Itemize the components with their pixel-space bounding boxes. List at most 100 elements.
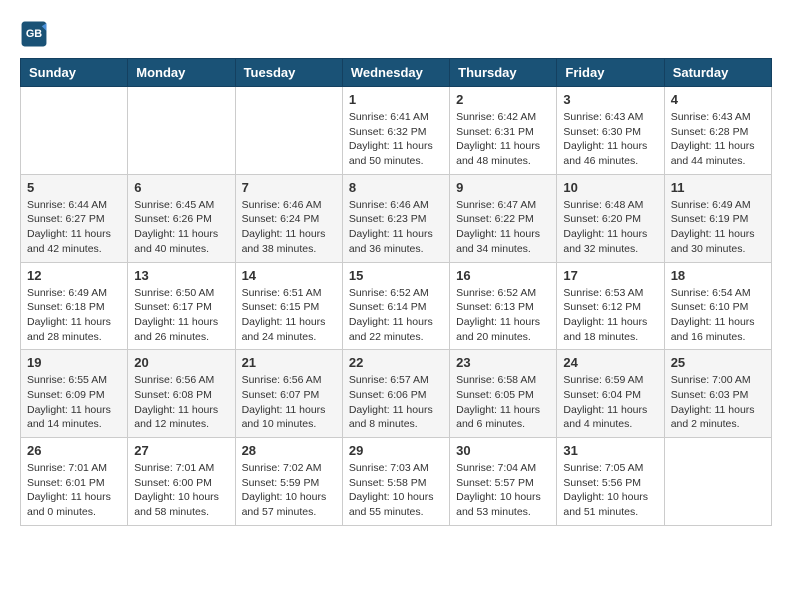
day-cell [128,87,235,175]
day-cell: 1 Sunrise: 6:41 AM Sunset: 6:32 PM Daylig… [342,87,449,175]
day-cell: 27Sunrise: 7:01 AM Sunset: 6:00 PM Dayli… [128,438,235,526]
day-cell: 13 Sunrise: 6:50 AM Sunset: 6:17 PM Dayli… [128,262,235,350]
day-cell: 24Sunrise: 6:59 AM Sunset: 6:04 PM Dayli… [557,350,664,438]
day-info: Sunrise: 6:47 AM Sunset: 6:22 PM Dayligh… [456,198,550,257]
day-cell: 28 Sunrise: 7:02 AM Sunset: 5:59 PM Dayli… [235,438,342,526]
day-cell: 25 Sunrise: 7:00 AM Sunset: 6:03 PM Dayli… [664,350,771,438]
weekday-header-thursday: Thursday [450,59,557,87]
day-cell: 30 Sunrise: 7:04 AM Sunset: 5:57 PM Dayli… [450,438,557,526]
day-info: Sunrise: 6:56 AM Sunset: 6:08 PM Dayligh… [134,373,228,432]
day-info: Sunrise: 6:49 AM Sunset: 6:18 PM Dayligh… [27,286,121,345]
day-cell: 3 Sunrise: 6:43 AM Sunset: 6:30 PM Daylig… [557,87,664,175]
day-info: Sunrise: 7:01 AM Sunset: 6:00 PM Dayligh… [134,461,228,520]
day-info: Sunrise: 6:46 AM Sunset: 6:23 PM Dayligh… [349,198,443,257]
week-row-1: 1 Sunrise: 6:41 AM Sunset: 6:32 PM Daylig… [21,87,772,175]
day-info: Sunrise: 6:59 AM Sunset: 6:04 PM Dayligh… [563,373,657,432]
week-row-4: 19 Sunrise: 6:55 AM Sunset: 6:09 PM Dayli… [21,350,772,438]
logo: GB [20,20,50,48]
weekday-header-wednesday: Wednesday [342,59,449,87]
week-row-5: 26Sunrise: 7:01 AM Sunset: 6:01 PM Dayli… [21,438,772,526]
weekday-header-monday: Monday [128,59,235,87]
day-cell: 19 Sunrise: 6:55 AM Sunset: 6:09 PM Dayli… [21,350,128,438]
day-cell: 17 Sunrise: 6:53 AM Sunset: 6:12 PM Dayli… [557,262,664,350]
day-number: 15 [349,268,443,283]
day-number: 12 [27,268,121,283]
day-cell: 16 Sunrise: 6:52 AM Sunset: 6:13 PM Dayli… [450,262,557,350]
day-cell [664,438,771,526]
day-cell: 11 Sunrise: 6:49 AM Sunset: 6:19 PM Dayli… [664,174,771,262]
day-cell: 9 Sunrise: 6:47 AM Sunset: 6:22 PM Daylig… [450,174,557,262]
day-cell: 14 Sunrise: 6:51 AM Sunset: 6:15 PM Dayli… [235,262,342,350]
logo-icon: GB [20,20,48,48]
day-number: 4 [671,92,765,107]
day-number: 5 [27,180,121,195]
day-number: 29 [349,443,443,458]
day-info: Sunrise: 6:44 AM Sunset: 6:27 PM Dayligh… [27,198,121,257]
week-row-3: 12 Sunrise: 6:49 AM Sunset: 6:18 PM Dayli… [21,262,772,350]
day-info: Sunrise: 6:49 AM Sunset: 6:19 PM Dayligh… [671,198,765,257]
day-cell: 31Sunrise: 7:05 AM Sunset: 5:56 PM Dayli… [557,438,664,526]
day-info: Sunrise: 6:55 AM Sunset: 6:09 PM Dayligh… [27,373,121,432]
day-cell: 5 Sunrise: 6:44 AM Sunset: 6:27 PM Daylig… [21,174,128,262]
day-cell: 7Sunrise: 6:46 AM Sunset: 6:24 PM Daylig… [235,174,342,262]
day-cell [21,87,128,175]
day-number: 1 [349,92,443,107]
day-info: Sunrise: 6:54 AM Sunset: 6:10 PM Dayligh… [671,286,765,345]
day-number: 26 [27,443,121,458]
weekday-header-friday: Friday [557,59,664,87]
week-row-2: 5 Sunrise: 6:44 AM Sunset: 6:27 PM Daylig… [21,174,772,262]
day-info: Sunrise: 6:51 AM Sunset: 6:15 PM Dayligh… [242,286,336,345]
day-number: 30 [456,443,550,458]
day-info: Sunrise: 6:43 AM Sunset: 6:28 PM Dayligh… [671,110,765,169]
day-info: Sunrise: 7:04 AM Sunset: 5:57 PM Dayligh… [456,461,550,520]
day-number: 3 [563,92,657,107]
day-number: 20 [134,355,228,370]
weekday-header-sunday: Sunday [21,59,128,87]
day-number: 14 [242,268,336,283]
day-info: Sunrise: 6:53 AM Sunset: 6:12 PM Dayligh… [563,286,657,345]
day-number: 10 [563,180,657,195]
day-info: Sunrise: 6:45 AM Sunset: 6:26 PM Dayligh… [134,198,228,257]
calendar: SundayMondayTuesdayWednesdayThursdayFrid… [20,58,772,526]
day-number: 25 [671,355,765,370]
day-info: Sunrise: 6:46 AM Sunset: 6:24 PM Dayligh… [242,198,336,257]
day-cell: 23 Sunrise: 6:58 AM Sunset: 6:05 PM Dayli… [450,350,557,438]
day-info: Sunrise: 6:52 AM Sunset: 6:13 PM Dayligh… [456,286,550,345]
day-info: Sunrise: 6:50 AM Sunset: 6:17 PM Dayligh… [134,286,228,345]
weekday-header-tuesday: Tuesday [235,59,342,87]
day-cell: 26Sunrise: 7:01 AM Sunset: 6:01 PM Dayli… [21,438,128,526]
day-info: Sunrise: 7:02 AM Sunset: 5:59 PM Dayligh… [242,461,336,520]
page-header: GB [20,20,772,48]
day-cell: 21Sunrise: 6:56 AM Sunset: 6:07 PM Dayli… [235,350,342,438]
day-cell: 2Sunrise: 6:42 AM Sunset: 6:31 PM Daylig… [450,87,557,175]
day-cell: 18 Sunrise: 6:54 AM Sunset: 6:10 PM Dayli… [664,262,771,350]
day-number: 28 [242,443,336,458]
day-number: 8 [349,180,443,195]
weekday-header-saturday: Saturday [664,59,771,87]
day-number: 18 [671,268,765,283]
day-number: 31 [563,443,657,458]
day-cell: 12 Sunrise: 6:49 AM Sunset: 6:18 PM Dayli… [21,262,128,350]
day-cell: 15 Sunrise: 6:52 AM Sunset: 6:14 PM Dayli… [342,262,449,350]
day-number: 17 [563,268,657,283]
day-info: Sunrise: 6:52 AM Sunset: 6:14 PM Dayligh… [349,286,443,345]
day-number: 16 [456,268,550,283]
day-info: Sunrise: 6:43 AM Sunset: 6:30 PM Dayligh… [563,110,657,169]
day-cell: 8 Sunrise: 6:46 AM Sunset: 6:23 PM Daylig… [342,174,449,262]
day-number: 13 [134,268,228,283]
day-number: 11 [671,180,765,195]
day-cell: 22Sunrise: 6:57 AM Sunset: 6:06 PM Dayli… [342,350,449,438]
day-info: Sunrise: 6:41 AM Sunset: 6:32 PM Dayligh… [349,110,443,169]
svg-text:GB: GB [26,28,42,40]
day-info: Sunrise: 7:00 AM Sunset: 6:03 PM Dayligh… [671,373,765,432]
day-number: 23 [456,355,550,370]
day-cell: 20 Sunrise: 6:56 AM Sunset: 6:08 PM Dayli… [128,350,235,438]
day-info: Sunrise: 6:58 AM Sunset: 6:05 PM Dayligh… [456,373,550,432]
day-info: Sunrise: 7:03 AM Sunset: 5:58 PM Dayligh… [349,461,443,520]
day-number: 19 [27,355,121,370]
day-info: Sunrise: 6:57 AM Sunset: 6:06 PM Dayligh… [349,373,443,432]
day-number: 9 [456,180,550,195]
day-cell: 10Sunrise: 6:48 AM Sunset: 6:20 PM Dayli… [557,174,664,262]
day-cell: 4 Sunrise: 6:43 AM Sunset: 6:28 PM Daylig… [664,87,771,175]
calendar-body: 1 Sunrise: 6:41 AM Sunset: 6:32 PM Daylig… [21,87,772,526]
